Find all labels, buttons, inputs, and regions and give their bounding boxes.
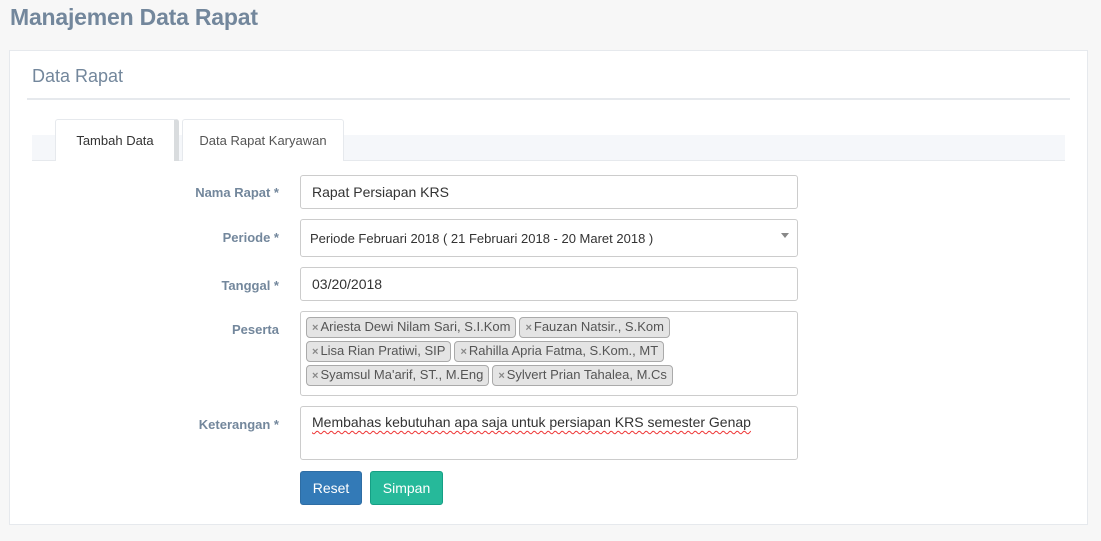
peserta-tag: × Ariesta Dewi Nilam Sari, S.I.Kom [306,317,517,338]
tanggal-input[interactable]: 03/20/2018 [300,267,798,301]
page-title: Manajemen Data Rapat [10,4,258,30]
peserta-tag-label: Ariesta Dewi Nilam Sari, S.I.Kom [320,319,511,334]
panel-title: Data Rapat [32,66,124,86]
peserta-tag-label: Fauzan Natsir., S.Kom [533,319,664,334]
peserta-tag: × Sylvert Prian Tahalea, M.Cs [492,365,673,386]
keterangan-textarea[interactable]: Membahas kebutuhan apa saja untuk persia… [300,406,798,460]
periode-label: Periode * [222,230,279,245]
nama-rapat-value: Rapat Persiapan KRS [312,184,449,200]
peserta-tag-label: Sylvert Prian Tahalea, M.Cs [506,367,667,382]
nama-rapat-input[interactable]: Rapat Persiapan KRS [300,175,798,209]
peserta-tag-label: Rahilla Apria Fatma, S.Kom., MT [468,343,659,358]
simpan-button[interactable]: Simpan [370,471,443,505]
peserta-tag: × Lisa Rian Pratiwi, SIP [306,341,452,362]
tanggal-value: 03/20/2018 [312,276,383,292]
peserta-tag: × Rahilla Apria Fatma, S.Kom., MT [454,341,665,362]
peserta-label: Peserta [232,322,279,337]
periode-value: Periode Februari 2018 ( 21 Februari 2018… [310,230,654,246]
remove-tag-icon[interactable]: × [460,346,466,358]
remove-tag-icon[interactable]: × [312,370,318,382]
chevron-down-icon [781,233,789,238]
peserta-tag-label: Lisa Rian Pratiwi, SIP [320,343,446,358]
divider [27,98,1070,100]
tanggal-label: Tanggal * [221,278,279,293]
keterangan-value: Membahas kebutuhan apa saja untuk persia… [312,414,751,430]
nama-rapat-label: Nama Rapat * [195,185,279,200]
tab-tambah-data[interactable]: Tambah Data [55,119,179,161]
peserta-tag: × Fauzan Natsir., S.Kom [519,317,670,338]
remove-tag-icon[interactable]: × [312,346,318,358]
data-rapat-panel: Data Rapat Tambah Data Data Rapat Karyaw… [9,50,1088,525]
tab-data-rapat-karyawan[interactable]: Data Rapat Karyawan [182,119,344,161]
remove-tag-icon[interactable]: × [525,322,531,334]
reset-button[interactable]: Reset [300,471,362,505]
remove-tag-icon[interactable]: × [312,322,318,334]
keterangan-label: Keterangan * [198,417,279,432]
peserta-multiselect[interactable]: × Ariesta Dewi Nilam Sari, S.I.Kom × Fauzan… [300,311,798,396]
periode-select[interactable]: Periode Februari 2018 ( 21 Februari 2018… [300,219,798,257]
peserta-tag: × Syamsul Ma'arif, ST., M.Eng [306,365,490,386]
remove-tag-icon[interactable]: × [498,370,504,382]
peserta-tag-label: Syamsul Ma'arif, ST., M.Eng [320,367,484,382]
